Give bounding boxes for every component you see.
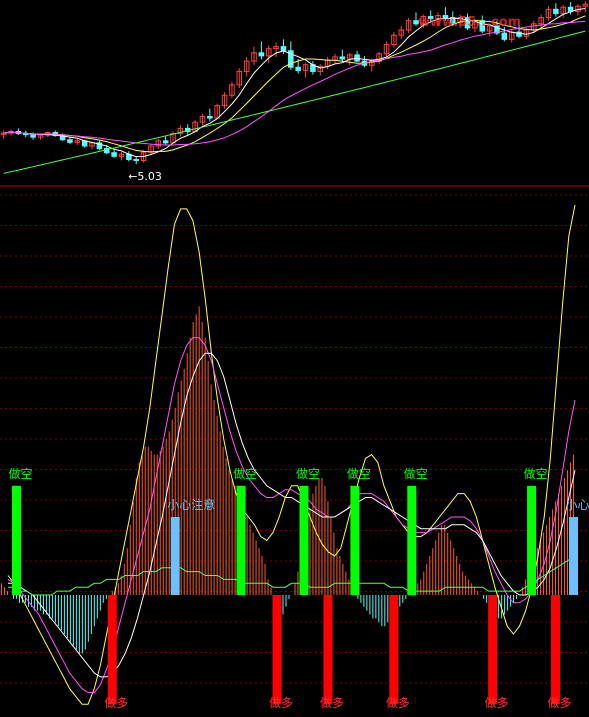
candle-down (295, 66, 301, 71)
caution-signal-bar (170, 517, 180, 595)
candle-down (162, 140, 169, 144)
sell-signal-bar (236, 485, 246, 595)
candle-down (258, 52, 265, 57)
candle-down (501, 32, 508, 40)
sell-signal-bar (299, 485, 309, 595)
sell-signal-bar (350, 485, 360, 595)
caution-signal-label: 小心注意 (566, 497, 589, 512)
stock-chart: ←5.03 做空做多 小心注意 做空做多 做空做多 做空做多 做空做多 做空做多 小心注意 w… (0, 0, 589, 717)
low-price-label: ←5.03 (128, 170, 162, 183)
buy-signal-label: 做多 (104, 695, 128, 710)
candle-down (67, 139, 73, 143)
candle-down (111, 152, 117, 157)
sell-signal-label: 做空 (347, 466, 371, 481)
buy-signal-label: 做多 (485, 695, 509, 710)
buy-signal-bar (272, 595, 282, 705)
candle-down (339, 56, 346, 60)
buy-signal-bar (488, 595, 498, 705)
sell-signal-label: 做空 (8, 466, 32, 481)
buy-signal-bar (107, 595, 117, 705)
buy-signal-label: 做多 (320, 695, 344, 710)
caution-signal-label: 小心注意 (167, 497, 215, 512)
buy-signal-label: 做多 (269, 695, 293, 710)
candle-down (133, 158, 139, 161)
buy-signal-bar (389, 595, 399, 705)
watermark: www.55...com (418, 15, 521, 30)
candle-down (553, 8, 559, 14)
buy-signal-label: 做多 (548, 695, 572, 710)
buy-signal-bar (551, 595, 561, 705)
sell-signal-label: 做空 (233, 466, 257, 481)
buy-signal-bar (323, 595, 333, 705)
buy-signal-label: 做多 (386, 695, 410, 710)
candle-down (30, 134, 36, 138)
sell-signal-label: 做空 (404, 466, 428, 481)
sell-signal-bar (11, 485, 21, 595)
sell-signal-bar (527, 485, 537, 595)
sell-signal-label: 做空 (296, 466, 320, 481)
sell-signal-label: 做空 (524, 466, 548, 481)
candle-down (567, 6, 574, 12)
candle-down (280, 46, 287, 52)
sell-signal-bar (407, 485, 417, 595)
candle-down (207, 115, 213, 119)
caution-signal-bar (569, 517, 579, 595)
